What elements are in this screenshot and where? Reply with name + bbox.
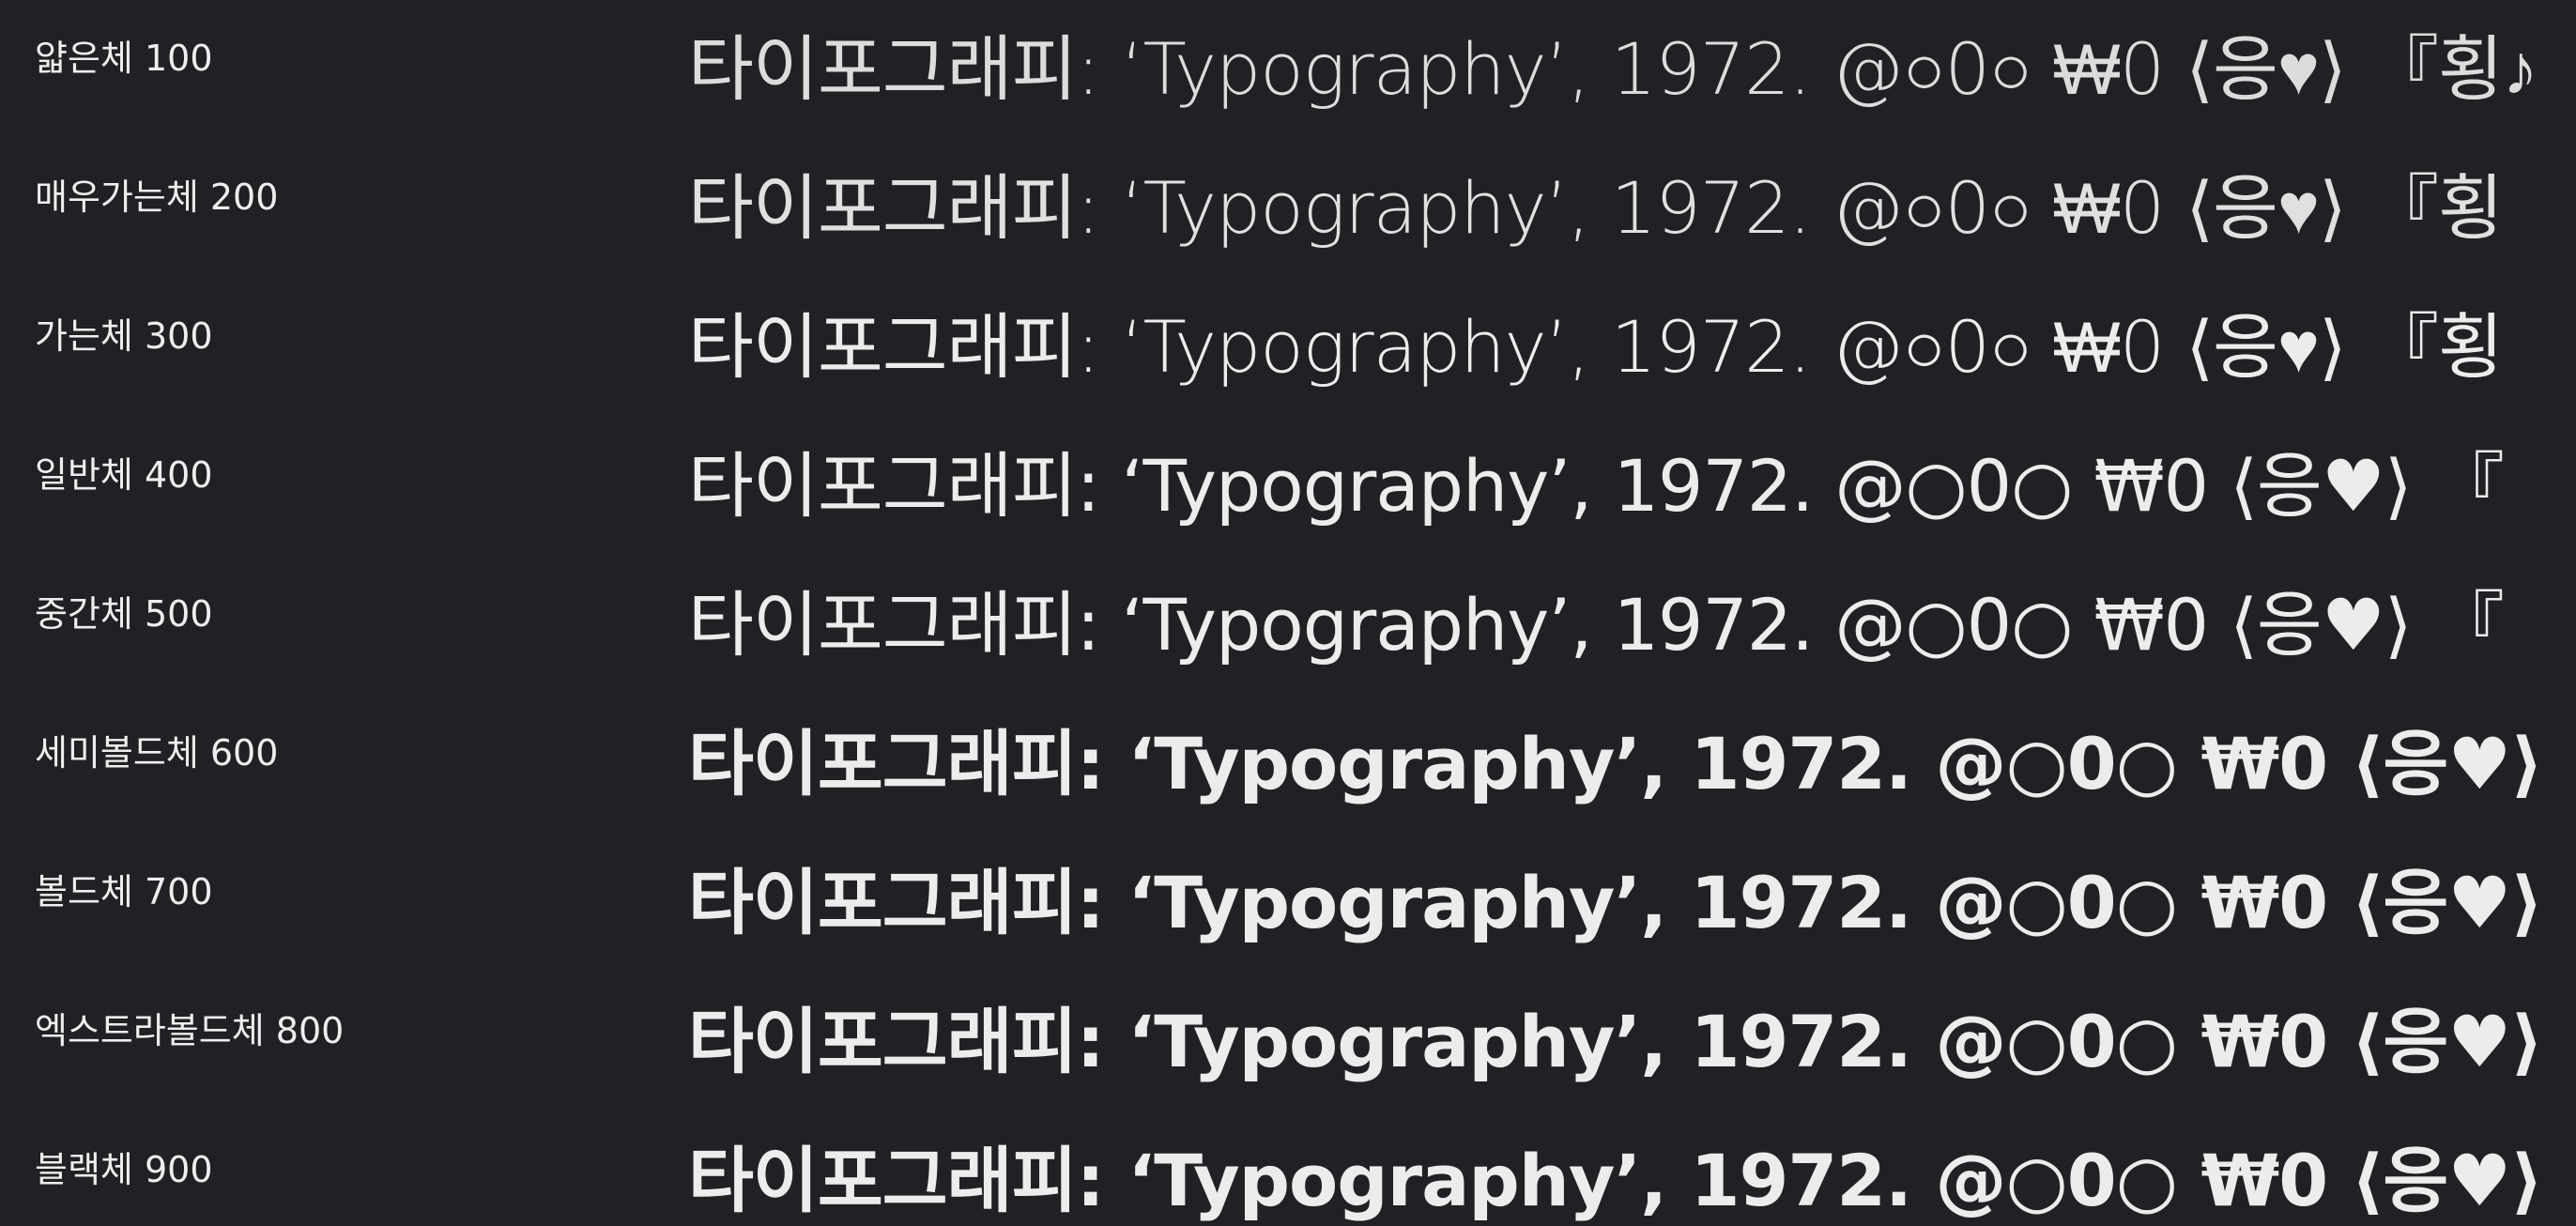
weight-row-200: 매우가는체 200 타이포그래피: ‘Typography’, 1972. @○… [0,139,2576,278]
weight-sample-text: 타이포그래피: ‘Typography’, 1972. @○0○ ₩0 ⟨응♥⟩ [688,861,2543,944]
weight-row-100: 얇은체 100 타이포그래피: ‘Typography’, 1972. @○0○… [0,0,2576,139]
weight-row-900: 블랙체 900 타이포그래피: ‘Typography’, 1972. @○0○… [0,1111,2576,1226]
weight-row-500: 중간체 500 타이포그래피: ‘Typography’, 1972. @○0○… [0,556,2576,695]
weight-row-300: 가는체 300 타이포그래피: ‘Typography’, 1972. @○0○… [0,278,2576,417]
weight-sample-text: 타이포그래피: ‘Typography’, 1972. @○0○ ₩0 ⟨응♥⟩… [688,305,2504,389]
weight-label: 볼드체 700 [35,871,213,912]
weight-sample-text: 타이포그래피: ‘Typography’, 1972. @○0○ ₩0 ⟨응♥⟩… [688,166,2504,250]
weight-row-400: 일반체 400 타이포그래피: ‘Typography’, 1972. @○0○… [0,417,2576,556]
weight-sample-text: 타이포그래피: ‘Typography’, 1972. @○0○ ₩0 ⟨응♥⟩… [688,583,2505,667]
weight-sample-text: 타이포그래피: ‘Typography’, 1972. @○0○ ₩0 ⟨응♥⟩… [688,27,2538,111]
weight-label: 엑스트라볼드체 800 [35,1010,345,1051]
weight-label: 중간체 500 [35,593,213,635]
weight-label: 매우가는체 200 [35,176,279,218]
weight-sample-text: 타이포그래피: ‘Typography’, 1972. @○0○ ₩0 ⟨응♥⟩ [688,1000,2543,1083]
weight-label: 일반체 400 [35,454,213,496]
weight-label: 블랙체 900 [35,1149,213,1190]
weight-row-600: 세미볼드체 600 타이포그래피: ‘Typography’, 1972. @○… [0,695,2576,834]
weight-row-800: 엑스트라볼드체 800 타이포그래피: ‘Typography’, 1972. … [0,973,2576,1111]
weight-sample-text: 타이포그래피: ‘Typography’, 1972. @○0○ ₩0 ⟨응♥⟩ [688,1139,2543,1222]
weight-sample-text: 타이포그래피: ‘Typography’, 1972. @○0○ ₩0 ⟨응♥⟩… [688,722,2567,805]
weight-label: 얇은체 100 [35,38,213,79]
weight-label: 가는체 300 [35,315,213,357]
weight-sample-text: 타이포그래피: ‘Typography’, 1972. @○0○ ₩0 ⟨응♥⟩… [688,444,2505,528]
weight-label: 세미볼드체 600 [35,732,279,774]
weight-row-700: 볼드체 700 타이포그래피: ‘Typography’, 1972. @○0○… [0,834,2576,973]
font-weight-specimen-list: 얇은체 100 타이포그래피: ‘Typography’, 1972. @○0○… [0,0,2576,1226]
